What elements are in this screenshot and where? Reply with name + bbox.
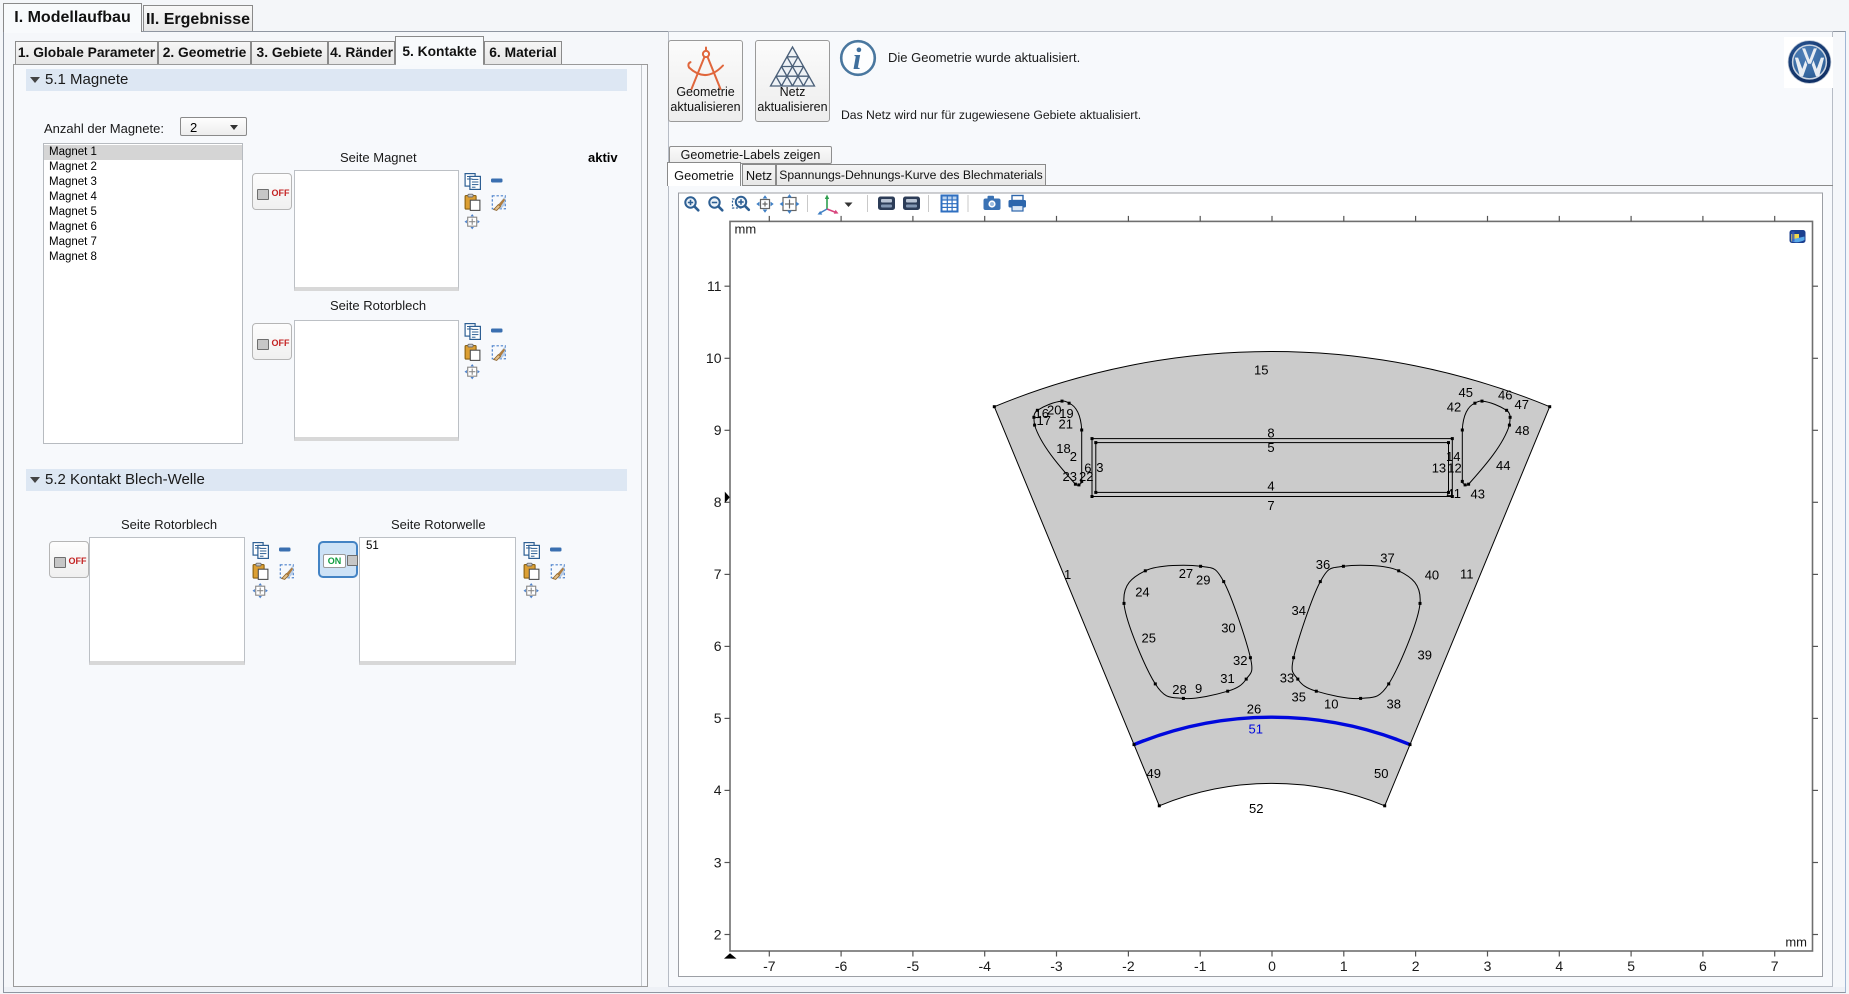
svg-text:8: 8 (714, 494, 722, 510)
svg-text:12: 12 (1447, 460, 1461, 475)
svg-text:3: 3 (714, 854, 722, 870)
svg-text:5: 5 (1627, 958, 1635, 974)
svg-text:2: 2 (1412, 958, 1420, 974)
svg-text:-5: -5 (907, 958, 920, 974)
svg-text:6: 6 (714, 638, 722, 654)
svg-text:29: 29 (1196, 573, 1210, 588)
svg-text:3: 3 (1484, 958, 1492, 974)
svg-text:44: 44 (1496, 458, 1510, 473)
svg-text:-2: -2 (1122, 958, 1135, 974)
svg-text:3: 3 (1096, 460, 1103, 475)
svg-text:11: 11 (1460, 567, 1474, 582)
svg-text:17: 17 (1037, 413, 1051, 428)
svg-text:45: 45 (1459, 385, 1473, 400)
svg-text:4: 4 (1555, 958, 1563, 974)
svg-text:28: 28 (1172, 682, 1186, 697)
svg-text:8: 8 (1267, 425, 1274, 440)
svg-text:9: 9 (714, 422, 722, 438)
svg-text:7: 7 (714, 566, 722, 582)
svg-text:15: 15 (1254, 363, 1268, 378)
svg-text:27: 27 (1179, 566, 1193, 581)
svg-text:35: 35 (1292, 689, 1306, 704)
svg-text:13: 13 (1432, 460, 1446, 475)
svg-text:36: 36 (1316, 557, 1330, 572)
svg-text:52: 52 (1249, 801, 1263, 816)
svg-text:47: 47 (1515, 397, 1529, 412)
svg-text:30: 30 (1221, 621, 1235, 636)
svg-text:mm: mm (1785, 935, 1807, 950)
svg-text:-3: -3 (1050, 958, 1063, 974)
svg-text:1: 1 (1340, 958, 1348, 974)
svg-text:-1: -1 (1194, 958, 1207, 974)
svg-text:49: 49 (1147, 766, 1161, 781)
svg-text:32: 32 (1233, 653, 1247, 668)
svg-text:42: 42 (1447, 400, 1461, 415)
svg-text:39: 39 (1418, 648, 1432, 663)
svg-text:25: 25 (1142, 630, 1156, 645)
svg-text:22: 22 (1079, 469, 1093, 484)
svg-text:24: 24 (1135, 584, 1149, 599)
svg-text:18: 18 (1056, 441, 1070, 456)
svg-text:41: 41 (1447, 486, 1461, 501)
svg-text:6: 6 (1699, 958, 1707, 974)
svg-text:-7: -7 (763, 958, 776, 974)
svg-text:33: 33 (1280, 670, 1294, 685)
svg-text:50: 50 (1374, 766, 1388, 781)
svg-text:1: 1 (1064, 567, 1071, 582)
svg-text:-6: -6 (835, 958, 848, 974)
svg-text:7: 7 (1267, 498, 1274, 513)
svg-text:23: 23 (1063, 469, 1077, 484)
svg-text:40: 40 (1425, 568, 1439, 583)
svg-text:5: 5 (714, 710, 722, 726)
svg-text:21: 21 (1059, 417, 1073, 432)
svg-text:4: 4 (714, 782, 722, 798)
svg-text:11: 11 (707, 278, 722, 294)
svg-text:43: 43 (1471, 486, 1485, 501)
svg-text:48: 48 (1515, 423, 1529, 438)
svg-text:10: 10 (706, 350, 722, 366)
svg-text:7: 7 (1771, 958, 1779, 974)
svg-text:37: 37 (1380, 550, 1394, 565)
svg-text:26: 26 (1247, 702, 1261, 717)
svg-text:10: 10 (1324, 697, 1338, 712)
svg-text:0: 0 (1268, 958, 1276, 974)
svg-text:31: 31 (1220, 671, 1234, 686)
svg-text:51: 51 (1249, 722, 1263, 737)
svg-text:5: 5 (1267, 440, 1274, 455)
svg-text:2: 2 (714, 926, 722, 942)
svg-text:38: 38 (1387, 697, 1401, 712)
svg-text:-4: -4 (978, 958, 991, 974)
svg-text:9: 9 (1195, 681, 1202, 696)
svg-text:46: 46 (1498, 388, 1512, 403)
svg-text:4: 4 (1267, 479, 1274, 494)
svg-text:34: 34 (1292, 603, 1306, 618)
svg-text:mm: mm (735, 222, 757, 237)
svg-text:2: 2 (1070, 449, 1077, 464)
